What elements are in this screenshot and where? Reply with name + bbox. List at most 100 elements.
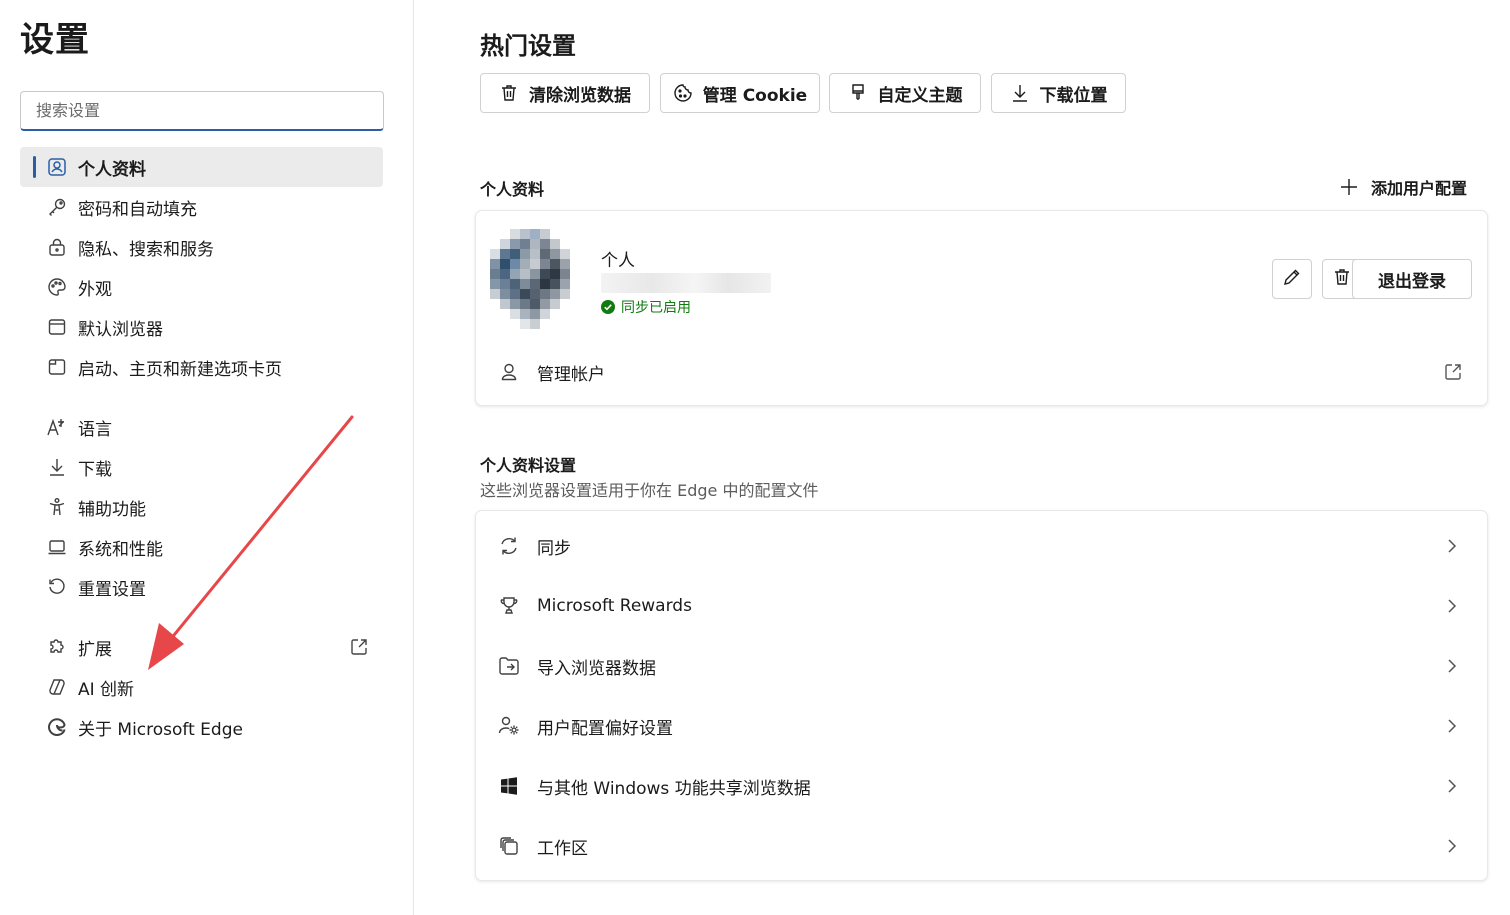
settings-row-label: 与其他 Windows 功能共享浏览数据 <box>537 778 811 799</box>
sidebar-item-label: 辅助功能 <box>78 499 146 520</box>
sync-status-label: 同步已启用 <box>621 300 691 316</box>
customize-theme-button[interactable]: 自定义主题 <box>829 73 981 113</box>
download-icon <box>46 456 68 478</box>
search-input[interactable] <box>21 92 383 129</box>
language-icon <box>46 416 68 438</box>
pencil-icon <box>1282 267 1302 291</box>
sidebar-item-language[interactable]: 语言 <box>20 407 383 447</box>
external-link-icon <box>349 637 369 657</box>
sync-icon <box>498 535 520 557</box>
search-box[interactable] <box>20 91 384 131</box>
trash-icon <box>499 83 519 103</box>
add-profile-button[interactable]: 添加用户配置 <box>1339 175 1467 199</box>
windows-icon <box>498 775 520 797</box>
chevron-right-icon <box>1442 596 1462 616</box>
profile-settings-description: 这些浏览器设置适用于你在 Edge 中的配置文件 <box>480 481 819 500</box>
sidebar-item-system[interactable]: 系统和性能 <box>20 527 383 567</box>
brush-icon <box>848 83 868 103</box>
sidebar-item-accessibility[interactable]: 辅助功能 <box>20 487 383 527</box>
settings-row-label: 用户配置偏好设置 <box>537 718 673 739</box>
settings-row-rewards[interactable]: Microsoft Rewards <box>476 576 1487 636</box>
ai-icon <box>46 676 68 698</box>
clear-browsing-data-button[interactable]: 清除浏览数据 <box>480 73 650 113</box>
edge-icon <box>46 716 68 738</box>
profile-email-redacted <box>601 273 771 293</box>
chevron-right-icon <box>1442 656 1462 676</box>
chevron-right-icon <box>1442 536 1462 556</box>
sidebar-item-appearance[interactable]: 外观 <box>20 267 383 307</box>
sidebar-item-ai[interactable]: AI 创新 <box>20 667 383 707</box>
import-icon <box>498 655 520 677</box>
settings-row-label: 同步 <box>537 538 571 559</box>
sidebar-item-label: 默认浏览器 <box>78 319 163 340</box>
chevron-right-icon <box>1442 716 1462 736</box>
sidebar-item-startup[interactable]: 启动、主页和新建选项卡页 <box>20 347 383 387</box>
sidebar-item-label: AI 创新 <box>78 679 135 700</box>
sidebar-item-label: 启动、主页和新建选项卡页 <box>78 359 282 380</box>
settings-row-label: Microsoft Rewards <box>537 596 692 616</box>
external-link-icon <box>1443 362 1463 382</box>
person-icon <box>498 361 520 383</box>
chevron-right-icon <box>1442 776 1462 796</box>
profile-settings-card: 同步 Microsoft Rewards 导入浏览器数据 用户配置偏好设置 与其… <box>475 510 1488 881</box>
plus-icon <box>1339 177 1359 197</box>
sign-out-button[interactable]: 退出登录 <box>1352 259 1472 299</box>
accessibility-icon <box>46 496 68 518</box>
edit-profile-button[interactable] <box>1272 259 1312 299</box>
sidebar-item-label: 隐私、搜索和服务 <box>78 239 214 260</box>
manage-cookie-button[interactable]: 管理 Cookie <box>660 73 820 113</box>
check-circle-icon <box>601 300 615 314</box>
chevron-right-icon <box>1442 836 1462 856</box>
settings-row-workspaces[interactable]: 工作区 <box>476 816 1487 876</box>
profile-card: 个人 同步已启用 退出登录 管理帐户 <box>475 210 1488 406</box>
sidebar-item-label: 扩展 <box>78 639 112 660</box>
trophy-icon <box>498 595 520 617</box>
avatar <box>490 229 580 329</box>
sidebar-item-profile[interactable]: 个人资料 <box>20 147 383 187</box>
sync-status: 同步已启用 <box>601 297 691 317</box>
settings-row-label: 导入浏览器数据 <box>537 658 656 679</box>
home-tab-icon <box>46 356 68 378</box>
sidebar: 设置 个人资料 密码和自动填充 隐私、搜索和服务 外观 默认浏览器 <box>0 0 414 915</box>
settings-row-share-windows[interactable]: 与其他 Windows 功能共享浏览数据 <box>476 756 1487 816</box>
trash-icon <box>1332 267 1352 291</box>
quick-action-label: 下载位置 <box>1039 85 1108 106</box>
profile-name: 个人 <box>601 251 635 271</box>
sidebar-item-label: 重置设置 <box>78 579 146 600</box>
download-location-button[interactable]: 下载位置 <box>991 73 1126 113</box>
profile-icon <box>46 156 68 178</box>
cookie-icon <box>673 83 693 103</box>
sidebar-item-label: 下载 <box>78 459 112 480</box>
key-icon <box>46 196 68 218</box>
sidebar-item-downloads[interactable]: 下载 <box>20 447 383 487</box>
main-content: 热门设置 清除浏览数据 管理 Cookie 自定义主题 下载位置 个人资料 添加… <box>415 0 1510 915</box>
sidebar-item-label: 外观 <box>78 279 112 300</box>
settings-row-label: 工作区 <box>537 838 588 859</box>
workspace-icon <box>498 835 520 857</box>
profile-section-title: 个人资料 <box>480 180 545 199</box>
user-settings-icon <box>498 715 520 737</box>
sidebar-item-label: 语言 <box>78 419 112 440</box>
add-profile-label: 添加用户配置 <box>1370 179 1467 198</box>
sidebar-item-privacy[interactable]: 隐私、搜索和服务 <box>20 227 383 267</box>
hot-settings-title: 热门设置 <box>480 32 576 60</box>
sidebar-item-default-browser[interactable]: 默认浏览器 <box>20 307 383 347</box>
lock-icon <box>46 236 68 258</box>
sidebar-item-label: 系统和性能 <box>78 539 163 560</box>
sidebar-title: 设置 <box>20 20 90 60</box>
manage-account-label: 管理帐户 <box>537 364 605 385</box>
manage-account-row[interactable]: 管理帐户 <box>476 342 1487 402</box>
profile-settings-title: 个人资料设置 <box>480 456 577 475</box>
settings-row-profile-preferences[interactable]: 用户配置偏好设置 <box>476 696 1487 756</box>
sidebar-item-label: 关于 Microsoft Edge <box>78 719 243 740</box>
sidebar-item-extensions[interactable]: 扩展 <box>20 627 383 667</box>
quick-action-label: 自定义主题 <box>877 85 963 106</box>
settings-row-sync[interactable]: 同步 <box>476 516 1487 576</box>
sidebar-item-about[interactable]: 关于 Microsoft Edge <box>20 707 383 747</box>
settings-row-import[interactable]: 导入浏览器数据 <box>476 636 1487 696</box>
sidebar-item-reset[interactable]: 重置设置 <box>20 567 383 607</box>
sidebar-item-label: 个人资料 <box>78 159 146 180</box>
reset-icon <box>46 576 68 598</box>
download-icon <box>1010 83 1030 103</box>
sidebar-item-passwords[interactable]: 密码和自动填充 <box>20 187 383 227</box>
